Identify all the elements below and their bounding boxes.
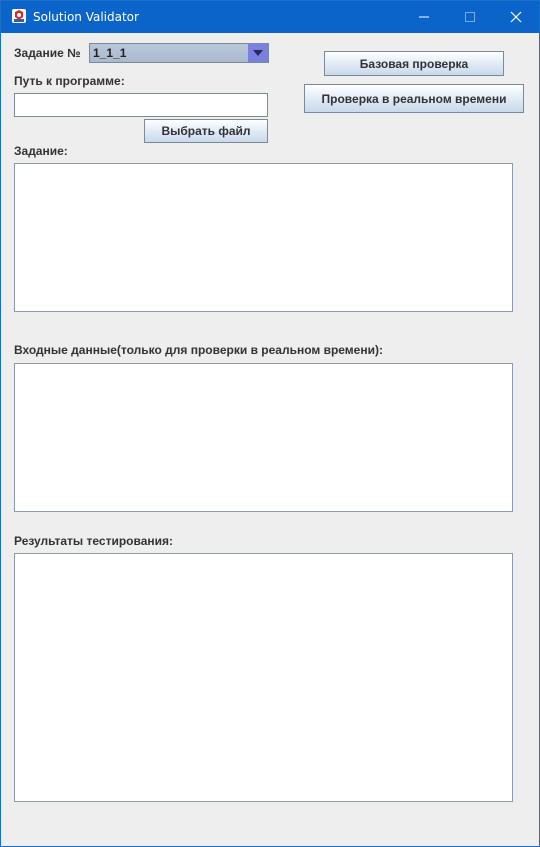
input-data-label: Входные данные(только для проверки в реа… xyxy=(14,343,383,357)
program-path-input[interactable] xyxy=(14,93,268,117)
chevron-down-icon xyxy=(253,50,263,56)
java-app-icon xyxy=(11,8,27,24)
test-results-textarea[interactable] xyxy=(14,553,513,802)
task-label: Задание: xyxy=(14,144,68,158)
test-results-label: Результаты тестирования: xyxy=(14,534,174,548)
combobox-dropdown-button[interactable] xyxy=(248,44,268,62)
close-button[interactable] xyxy=(493,1,539,33)
program-path-label: Путь к программе: xyxy=(14,74,125,88)
close-icon xyxy=(510,11,522,23)
task-textarea[interactable] xyxy=(14,163,513,312)
maximize-button[interactable] xyxy=(447,1,493,33)
task-number-selected-value: 1_1_1 xyxy=(93,46,127,60)
basic-check-button[interactable]: Базовая проверка xyxy=(324,51,504,76)
realtime-check-button[interactable]: Проверка в реальном времени xyxy=(304,84,524,113)
task-number-label: Задание № xyxy=(14,46,81,60)
maximize-icon xyxy=(465,12,475,22)
choose-file-button[interactable]: Выбрать файл xyxy=(144,119,268,143)
input-data-textarea[interactable] xyxy=(14,363,513,512)
minimize-icon xyxy=(419,16,429,18)
app-window: Solution Validator Задание № 1_1_1 Базов… xyxy=(0,0,540,847)
task-number-combobox[interactable]: 1_1_1 xyxy=(89,43,269,63)
minimize-button[interactable] xyxy=(401,1,447,33)
title-bar[interactable]: Solution Validator xyxy=(1,1,539,33)
window-title: Solution Validator xyxy=(33,10,139,24)
